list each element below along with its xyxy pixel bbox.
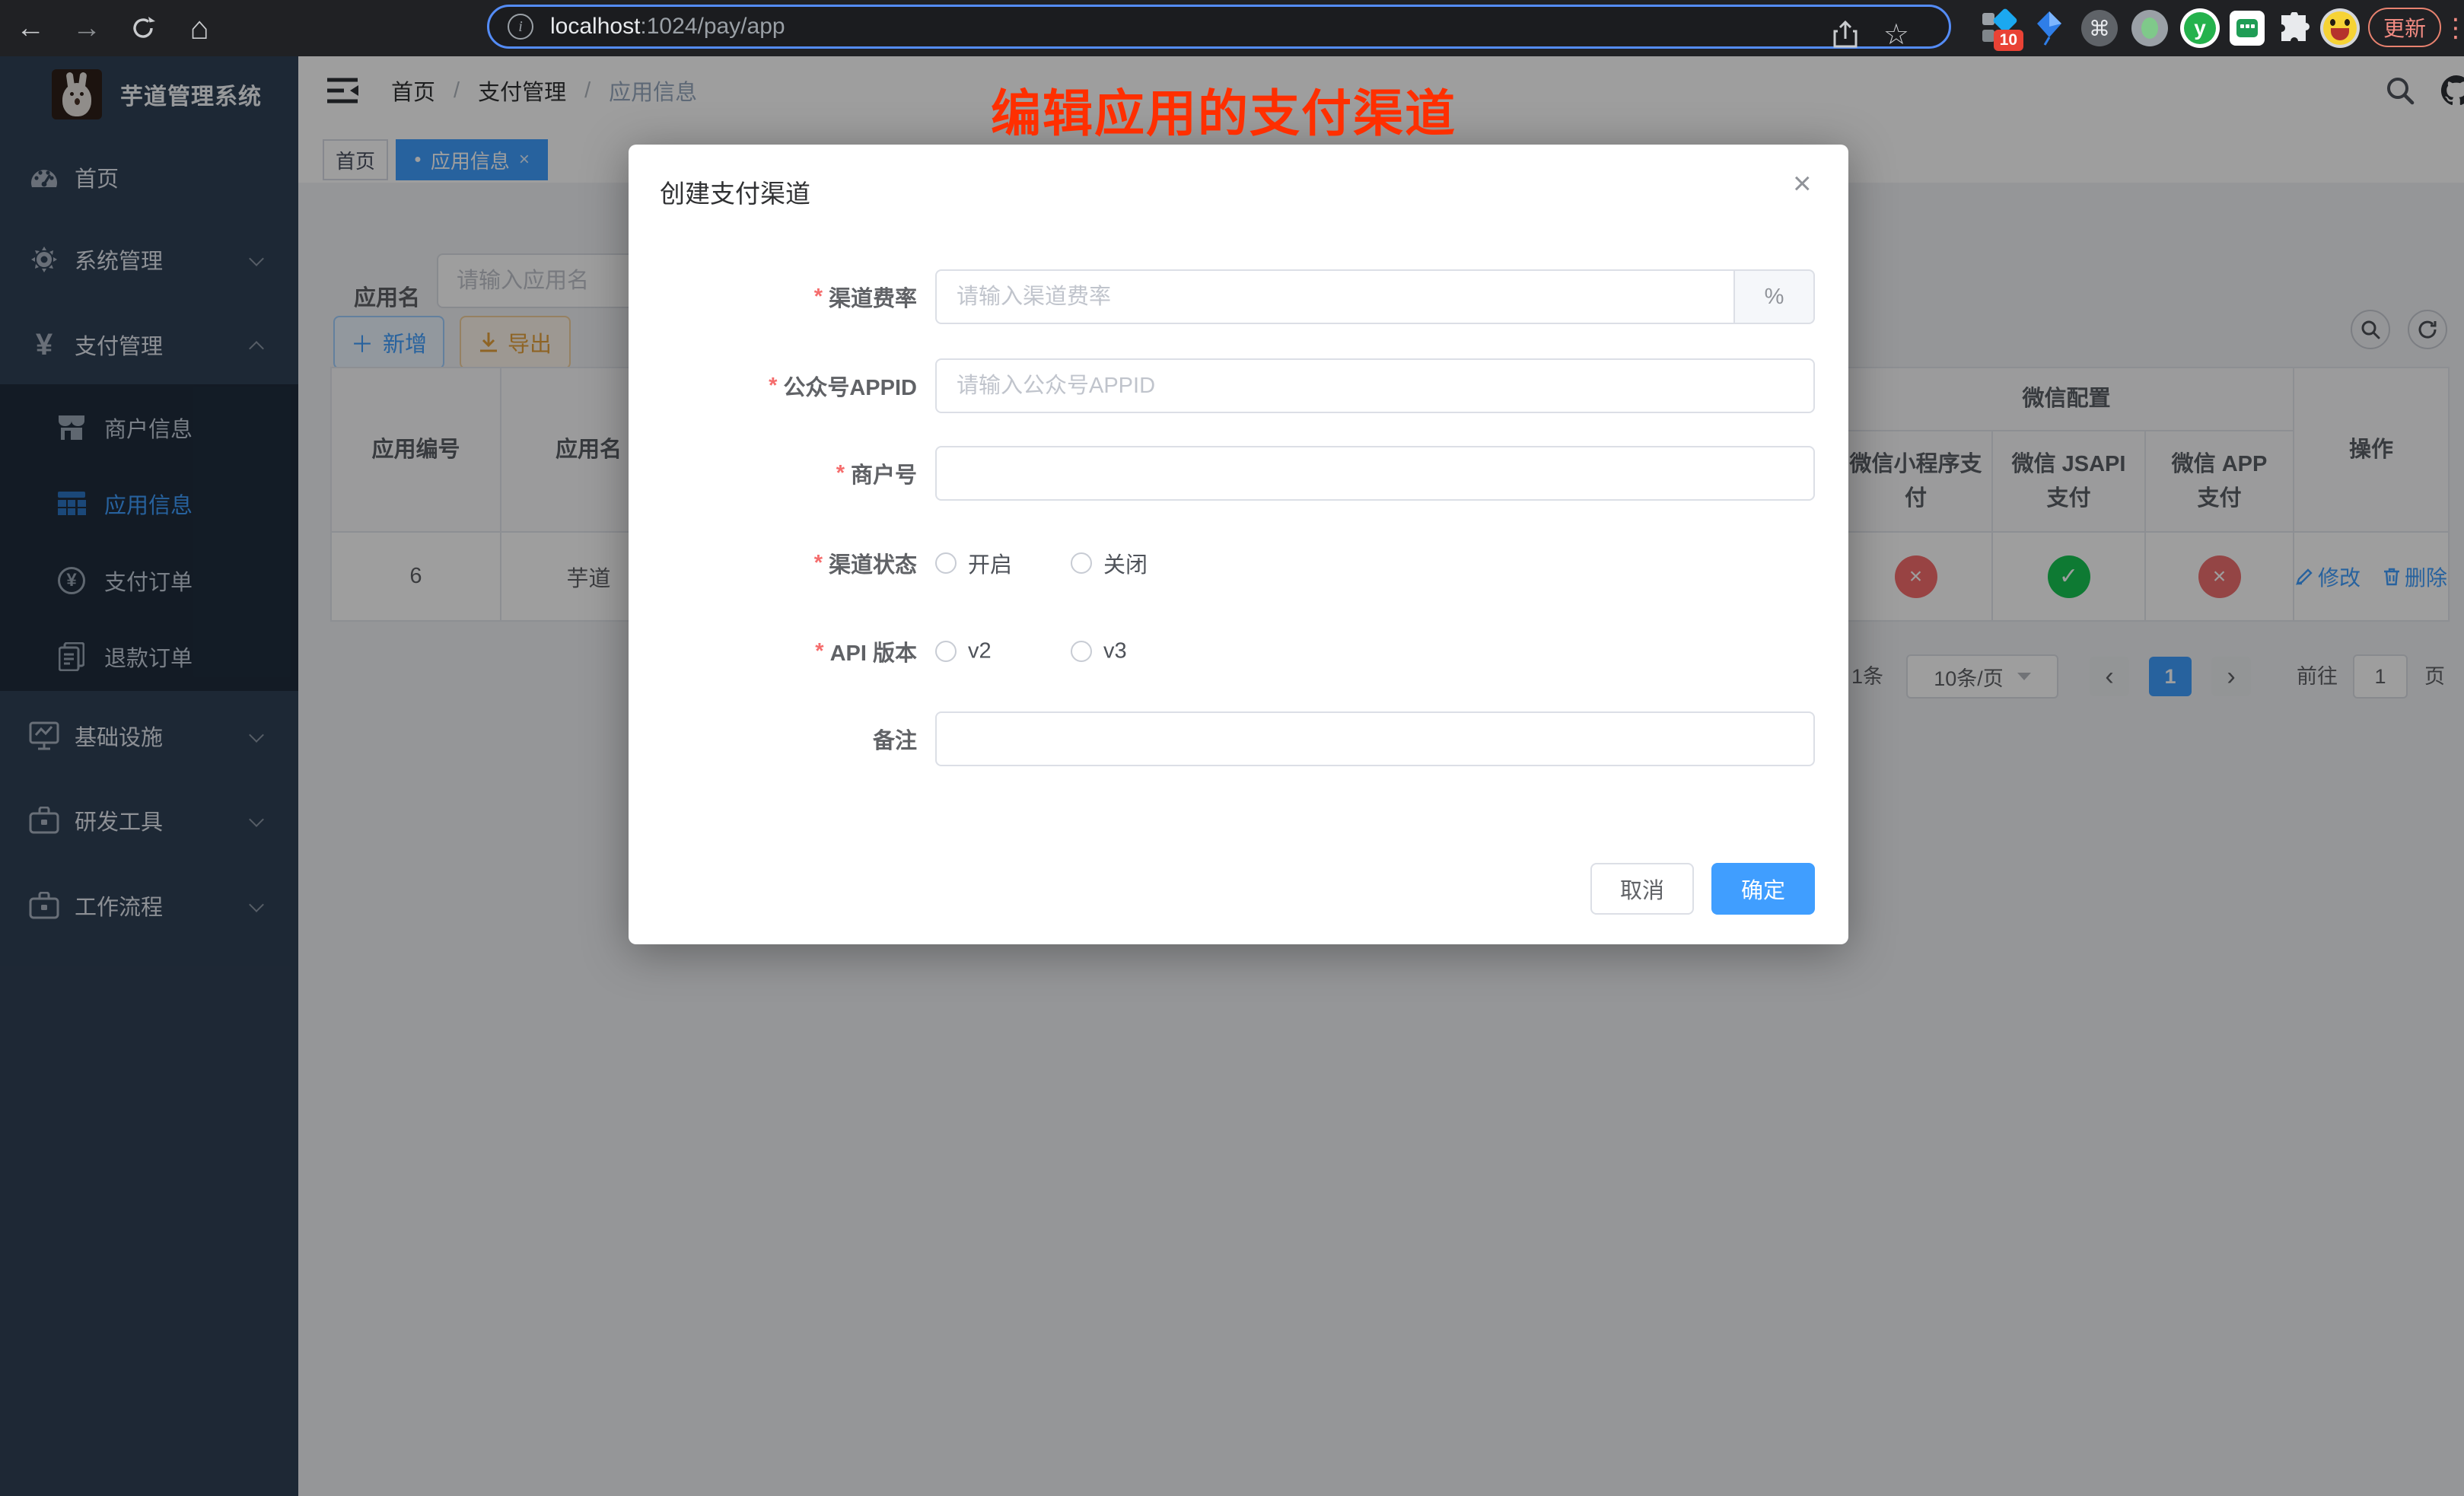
required-asterisk: * (836, 461, 845, 486)
appid-input[interactable] (935, 358, 1815, 413)
extension-tabs-icon[interactable]: 10 (1979, 8, 2020, 49)
share-icon[interactable] (1833, 14, 1858, 54)
back-icon[interactable]: ← (9, 0, 52, 56)
confirm-button[interactable]: 确定 (1711, 863, 1815, 915)
extension-record-icon[interactable] (2129, 8, 2170, 49)
label-text: 渠道费率 (829, 281, 917, 313)
field-label: * 渠道状态 (629, 536, 917, 590)
update-label: 更新 (2383, 12, 2426, 43)
remark-input[interactable] (935, 711, 1815, 766)
radio-label[interactable]: 关闭 (1103, 547, 1148, 579)
required-asterisk: * (769, 374, 777, 399)
radio-status-on[interactable] (935, 552, 957, 574)
confirm-label: 确定 (1741, 873, 1785, 905)
radio-api-v3[interactable] (1071, 641, 1092, 662)
home-icon[interactable]: ⌂ (178, 0, 221, 56)
dialog-title: 创建支付渠道 (660, 173, 810, 210)
required-asterisk: * (814, 285, 823, 310)
radio-status-off[interactable] (1071, 552, 1092, 574)
form-row-merchant-no: * 商户号 (629, 446, 1848, 501)
forward-icon[interactable]: → (65, 0, 108, 56)
browser-update-button[interactable]: 更新 (2368, 8, 2441, 47)
field-label: * 公众号APPID (629, 358, 917, 413)
required-asterisk: * (814, 551, 823, 576)
browser-profile-avatar[interactable] (2319, 8, 2361, 49)
url-bar[interactable]: i localhost:1024/pay/app ☆ (487, 5, 1951, 49)
extensions-puzzle-icon[interactable] (2274, 8, 2315, 49)
channel-rate-input[interactable] (935, 269, 1735, 324)
label-text: 商户号 (851, 457, 917, 489)
field-label: * API 版本 (629, 624, 917, 679)
merchant-no-input[interactable] (935, 446, 1815, 501)
extension-chat-icon[interactable] (2227, 8, 2268, 49)
url-path: :1024/pay/app (640, 14, 785, 40)
extension-kite-icon[interactable] (2029, 8, 2070, 49)
reload-icon[interactable] (122, 0, 164, 56)
field-label: * 商户号 (629, 446, 917, 501)
form-row-channel-status: * 渠道状态 开启 关闭 (629, 536, 1848, 590)
cancel-label: 取消 (1620, 873, 1664, 905)
bookmark-star-icon[interactable]: ☆ (1883, 14, 1909, 54)
cancel-button[interactable]: 取消 (1590, 863, 1694, 915)
label-text: 公众号APPID (783, 370, 917, 402)
create-channel-dialog: 创建支付渠道 × * 渠道费率 % * 公众号APPID * 商户号 * 渠道状… (629, 145, 1848, 944)
annotation-title: 编辑应用的支付渠道 (991, 73, 1456, 146)
form-row-api-version: * API 版本 v2 v3 (629, 624, 1848, 679)
form-row-appid: * 公众号APPID (629, 358, 1848, 413)
radio-label[interactable]: v3 (1103, 639, 1127, 664)
field-label: * 渠道费率 (629, 269, 917, 324)
radio-label[interactable]: 开启 (968, 547, 1012, 579)
label-text: API 版本 (830, 635, 917, 667)
form-row-remark: 备注 (629, 711, 1848, 766)
label-text: 备注 (873, 723, 917, 755)
extension-command-icon[interactable]: ⌘ (2079, 8, 2120, 49)
label-text: 渠道状态 (829, 547, 917, 579)
percent-suffix: % (1735, 269, 1815, 324)
form-row-channel-rate: * 渠道费率 % (629, 269, 1848, 324)
radio-label[interactable]: v2 (968, 639, 992, 664)
extension-badge: 10 (1994, 30, 2023, 51)
browser-toolbar: ← → ⌂ i localhost:1024/pay/app ☆ 10 ⌘ y (0, 0, 2464, 56)
required-asterisk: * (815, 639, 823, 664)
site-info-icon[interactable]: i (508, 14, 533, 40)
radio-api-v2[interactable] (935, 641, 957, 662)
browser-menu-icon[interactable]: ⋮ (2443, 0, 2464, 56)
field-label: 备注 (629, 711, 917, 766)
dialog-close-icon[interactable]: × (1793, 167, 1812, 199)
url-host: localhost (550, 14, 640, 40)
extension-y-icon[interactable]: y (2179, 8, 2220, 49)
